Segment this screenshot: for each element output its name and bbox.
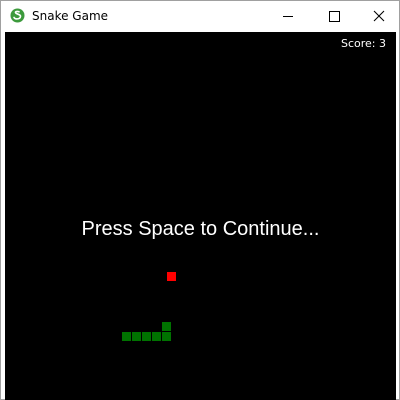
snake-segment (122, 332, 131, 341)
window-title: Snake Game (32, 9, 109, 23)
game-board[interactable]: Score: 3 Press Space to Continue... (5, 32, 396, 400)
snake-game-app-icon (10, 8, 25, 23)
score-label: Score: 3 (340, 37, 386, 50)
maximize-button[interactable] (311, 1, 357, 32)
title-bar[interactable]: Snake Game (1, 1, 399, 32)
food-pellet (167, 272, 176, 281)
minimize-button[interactable] (265, 1, 311, 32)
snake-segment (162, 332, 171, 341)
snake-segment (152, 332, 161, 341)
close-icon (373, 10, 385, 22)
snake-head (162, 322, 171, 331)
minimize-icon (283, 16, 293, 17)
close-button[interactable] (353, 1, 399, 32)
snake-segment (142, 332, 151, 341)
game-window: Snake Game Score: 3 Press Space to Conti… (0, 0, 400, 400)
snake-segment (132, 332, 141, 341)
maximize-icon (329, 11, 340, 22)
pause-message: Press Space to Continue... (81, 218, 320, 240)
